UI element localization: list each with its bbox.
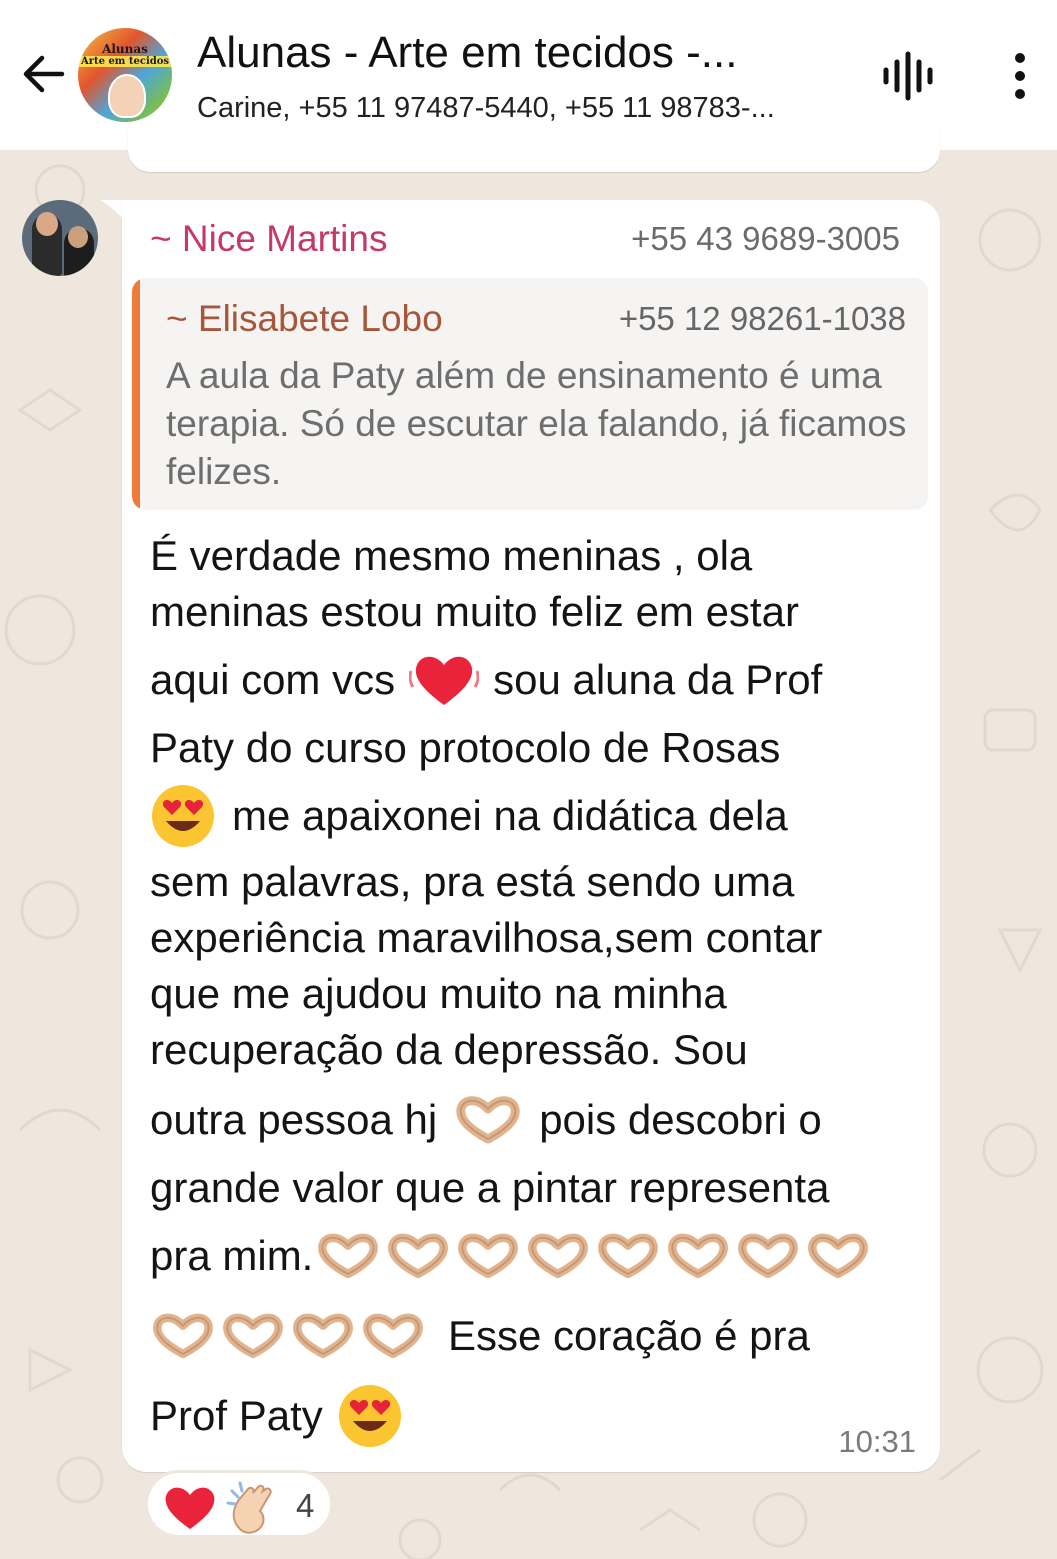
red-heart-icon	[165, 1487, 215, 1529]
quoted-sender-phone: +55 12 98261-1038	[618, 300, 906, 337]
more-options-icon[interactable]	[1004, 50, 1036, 102]
heart-hands-emoji	[458, 1233, 519, 1279]
message-line: experiência maravilhosa,sem contar	[150, 914, 823, 961]
chat-title[interactable]: Alunas - Arte em tecidos -...	[197, 28, 837, 78]
group-avatar[interactable]: Alunas Arte em tecidos	[78, 28, 172, 122]
heart-hands-emoji	[808, 1233, 869, 1279]
message-timestamp: 10:31	[838, 1424, 916, 1459]
sender-avatar[interactable]	[22, 200, 98, 276]
heart-hands-emoji	[318, 1233, 379, 1279]
message-line: pra mim.	[150, 1226, 875, 1286]
message-line: outra pessoa hj pois descobri o	[150, 1096, 822, 1144]
heart-hands-emoji	[528, 1233, 589, 1279]
message-line: que me ajudou muito na minha	[150, 970, 727, 1017]
chat-participants[interactable]: Carine, +55 11 97487-5440, +55 11 98783-…	[197, 92, 857, 125]
back-arrow-icon[interactable]	[18, 48, 70, 100]
avatar-text-line1: Alunas	[102, 42, 148, 56]
heart-eyes-emoji	[338, 1385, 401, 1447]
clapping-hands-icon	[226, 1481, 272, 1534]
heart-hands-emoji	[388, 1233, 449, 1279]
quote-accent-bar	[132, 278, 140, 510]
heart-hands-emoji	[456, 1096, 520, 1144]
heart-hands-emoji-row	[150, 1312, 430, 1360]
heart-hands-emoji	[293, 1313, 353, 1359]
message-line: sem palavras, pra está sendo uma	[150, 858, 795, 905]
heart-hands-emoji	[153, 1313, 213, 1359]
heart-hands-emoji	[363, 1313, 423, 1359]
reactions-pill[interactable]: 4	[145, 1470, 333, 1538]
heart-hands-emoji-row	[315, 1232, 875, 1280]
message-line: me apaixonei na didática dela	[150, 785, 788, 847]
message-line: aqui com vcs sou aluna da Prof	[150, 650, 822, 710]
beating-heart-emoji	[409, 656, 480, 705]
heart-hands-emoji	[598, 1233, 659, 1279]
reaction-count: 4	[296, 1487, 315, 1524]
avatar-text-line2: Arte em tecidos	[78, 56, 172, 67]
message-line: Prof Paty	[150, 1385, 403, 1447]
heart-eyes-emoji	[152, 785, 214, 847]
heart-hands-emoji	[738, 1233, 799, 1279]
voice-chat-icon[interactable]	[880, 50, 936, 102]
message-line: Esse coração é pra	[150, 1306, 810, 1366]
previous-message-bubble	[128, 128, 940, 172]
avatar-face	[108, 74, 146, 118]
message-line: É verdade mesmo meninas , ola	[150, 532, 753, 579]
quoted-text: A aula da Paty além de ensinamento é uma…	[166, 355, 907, 492]
message-line: Paty do curso protocolo de Rosas	[150, 724, 781, 771]
heart-hands-emoji	[223, 1313, 283, 1359]
sender-phone: +55 43 9689-3005	[631, 220, 900, 257]
message-line: grande valor que a pintar representa	[150, 1164, 830, 1211]
sender-name[interactable]: ~ Nice Martins	[150, 218, 387, 260]
quoted-sender-name: ~ Elisabete Lobo	[166, 298, 443, 339]
heart-hands-emoji	[668, 1233, 729, 1279]
message-line: recuperação da depressão. Sou	[150, 1026, 748, 1073]
message-line: meninas estou muito feliz em estar	[150, 588, 799, 635]
quoted-message[interactable]: ~ Elisabete Lobo +55 12 98261-1038 A aul…	[132, 278, 928, 510]
